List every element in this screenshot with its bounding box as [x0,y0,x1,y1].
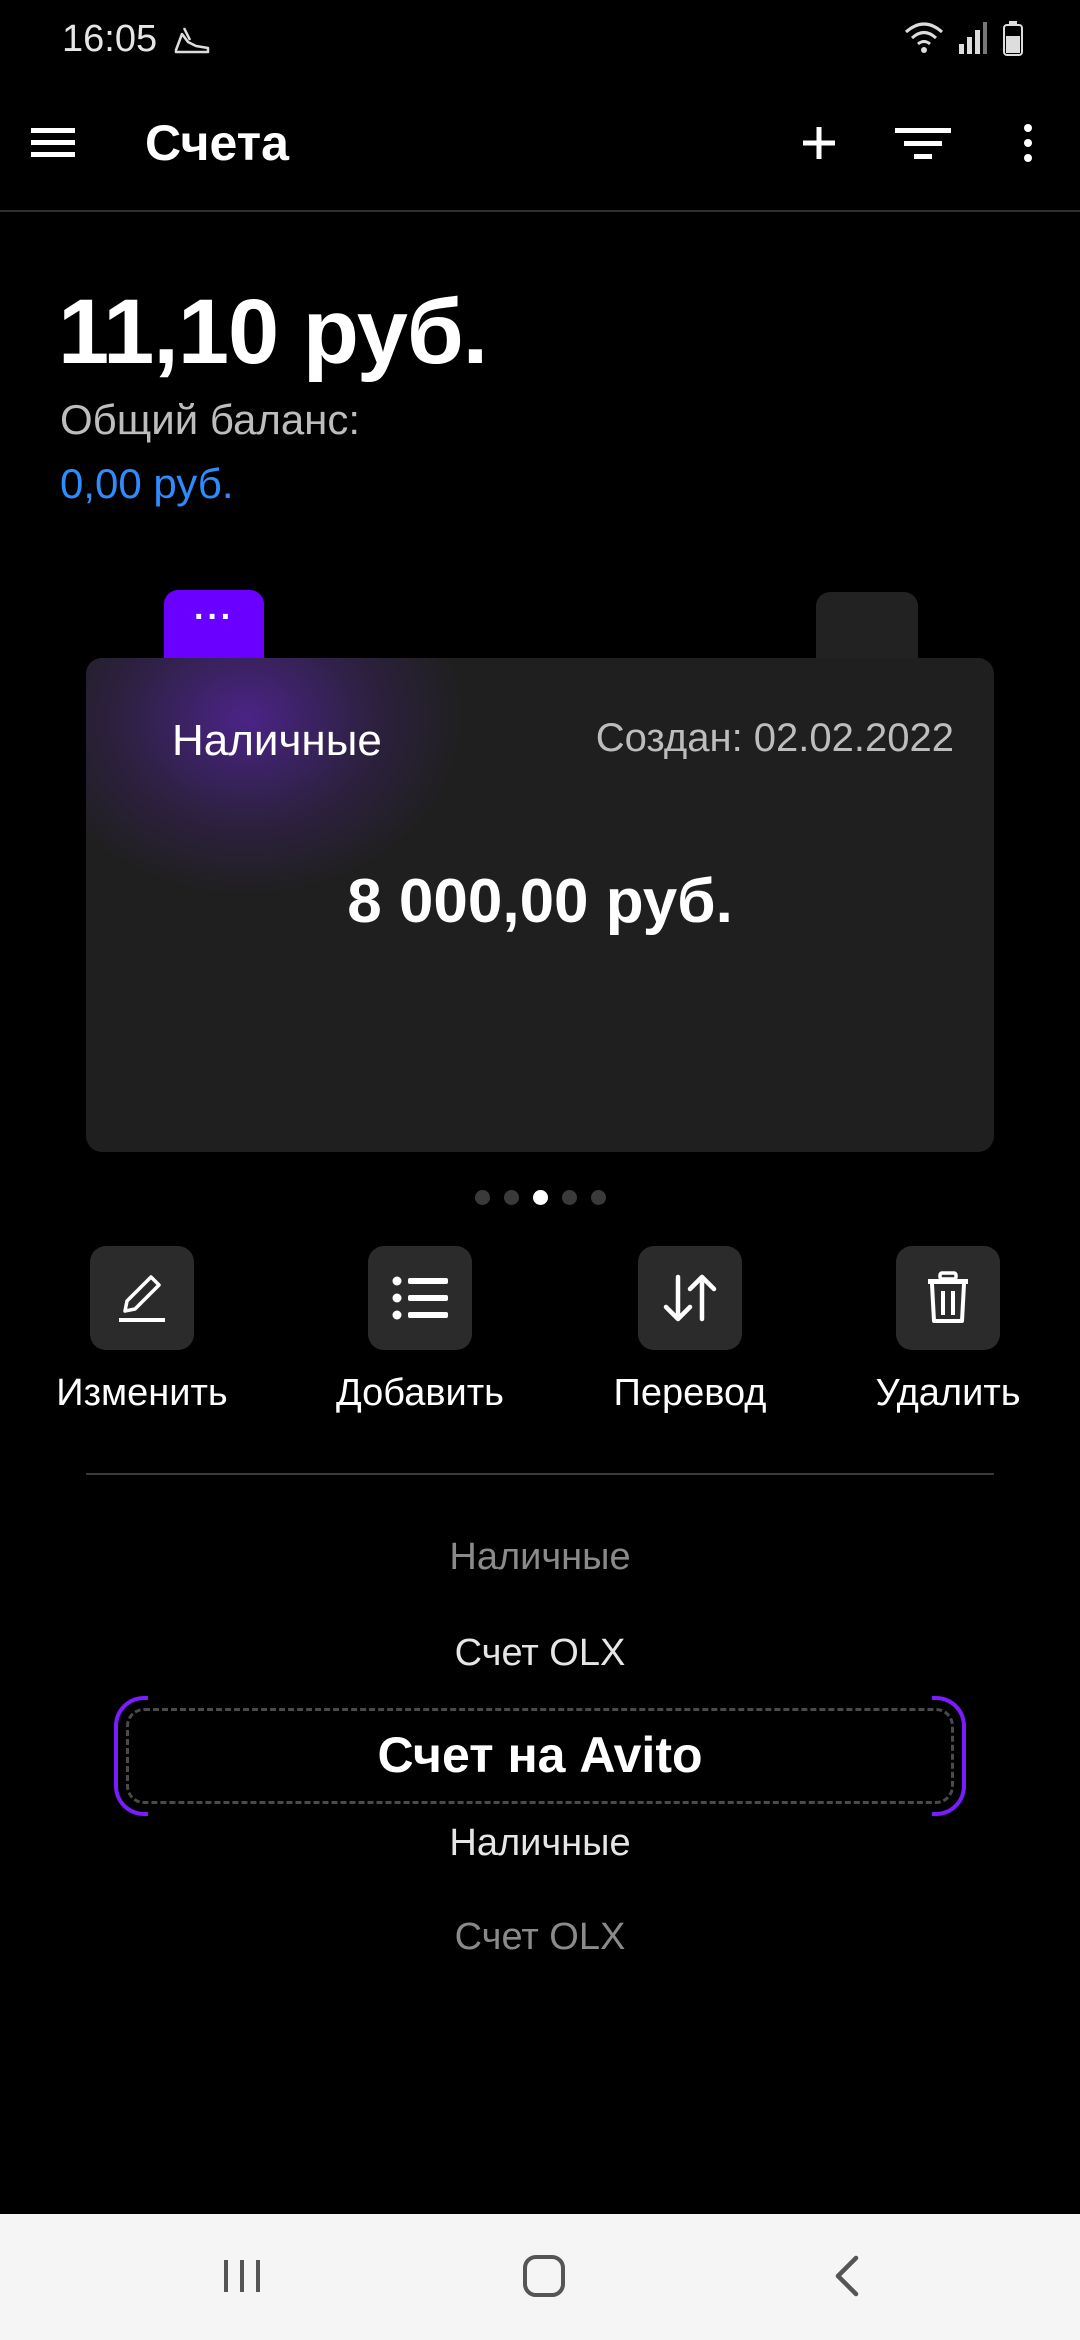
filter-button[interactable] [890,112,956,174]
list-icon [392,1276,448,1320]
home-icon[interactable] [520,2252,568,2300]
menu-icon [31,128,75,157]
pager-dot[interactable] [561,1190,577,1205]
more-vert-icon [1024,124,1032,162]
total-balance-label: Общий баланс: [60,396,361,443]
edit-icon-box [90,1246,194,1350]
add-account-button[interactable] [788,112,850,174]
sneaker-icon [174,27,210,54]
menu-button[interactable] [22,112,84,174]
delete-icon-box [896,1246,1000,1350]
add-transaction-button[interactable]: Добавить [320,1246,520,1415]
picker-item[interactable]: Счет OLX [0,1632,1080,1675]
battery-icon [1003,21,1023,56]
card-amount: 8 000,00 руб. [347,867,733,936]
section-divider [86,1473,994,1475]
wifi-icon [905,22,943,53]
transfer-label: Перевод [613,1372,767,1414]
add-label: Добавить [336,1372,504,1414]
accounts-screen: 16:05 Счета 11,10 руб. Общий баланс: 0,0… [0,0,1080,2340]
signal-icon [959,22,987,54]
pager-dot[interactable] [474,1190,490,1205]
status-bar: 16:05 [0,0,1080,80]
page-title: Счета [145,115,289,171]
status-icons [904,20,1024,56]
back-icon[interactable] [826,2252,870,2300]
card-created-date: Создан: 02.02.2022 [595,716,954,760]
pager-dot[interactable] [590,1190,606,1205]
card-pager [0,1190,1080,1205]
account-card[interactable]: Наличные Создан: 02.02.2022 8 000,00 руб… [86,658,994,1152]
status-time: 16:05 [62,18,158,60]
total-balance-value: 0,00 руб. [60,460,234,507]
pager-dot[interactable] [503,1190,519,1205]
picker-item-selected[interactable]: Счет на Avito [0,1726,1080,1784]
trash-icon [928,1271,968,1323]
card-tab-next[interactable] [816,592,918,662]
pager-dot-active[interactable] [532,1190,548,1205]
picker-item[interactable]: Наличные [0,1536,1080,1579]
recent-apps-icon[interactable] [220,2254,264,2298]
plus-icon [803,127,835,159]
card-glow [86,658,466,898]
current-balance: 11,10 руб. [58,281,488,383]
picker-item[interactable]: Счет OLX [0,1916,1080,1959]
transfer-icon [663,1274,717,1322]
system-nav-bar [0,2214,1080,2340]
pencil-icon [119,1275,165,1322]
transfer-button[interactable]: Перевод [590,1246,790,1415]
edit-button[interactable]: Изменить [42,1246,242,1415]
transfer-icon-box [638,1246,742,1350]
filter-icon [895,128,951,159]
delete-button[interactable]: Удалить [848,1246,1048,1415]
delete-label: Удалить [875,1372,1021,1414]
edit-label: Изменить [56,1372,228,1414]
card-account-name: Наличные [172,716,382,765]
card-options-label: ··· [194,598,234,636]
app-bar-divider [0,210,1080,212]
app-bar: Счета [0,90,1080,210]
more-options-button[interactable] [1000,112,1056,174]
card-options-tab[interactable]: ··· [164,590,264,662]
picker-item[interactable]: Наличные [0,1822,1080,1865]
add-icon-box [368,1246,472,1350]
